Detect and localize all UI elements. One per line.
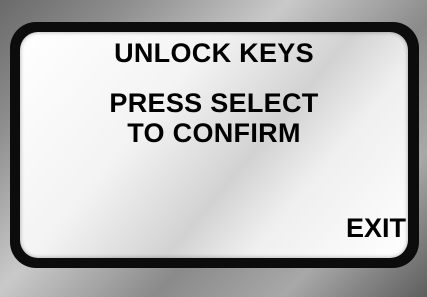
confirm-message: PRESS SELECT TO CONFIRM xyxy=(20,88,408,148)
screen-title: UNLOCK KEYS xyxy=(114,38,314,68)
message-line-1: PRESS SELECT xyxy=(109,88,319,118)
exit-softkey[interactable]: EXIT xyxy=(346,213,406,243)
device-housing: UNLOCK KEYS PRESS SELECT TO CONFIRM EXIT xyxy=(0,0,427,297)
message-line-2: TO CONFIRM xyxy=(127,118,301,148)
lcd-screen: UNLOCK KEYS PRESS SELECT TO CONFIRM EXIT xyxy=(20,32,408,258)
